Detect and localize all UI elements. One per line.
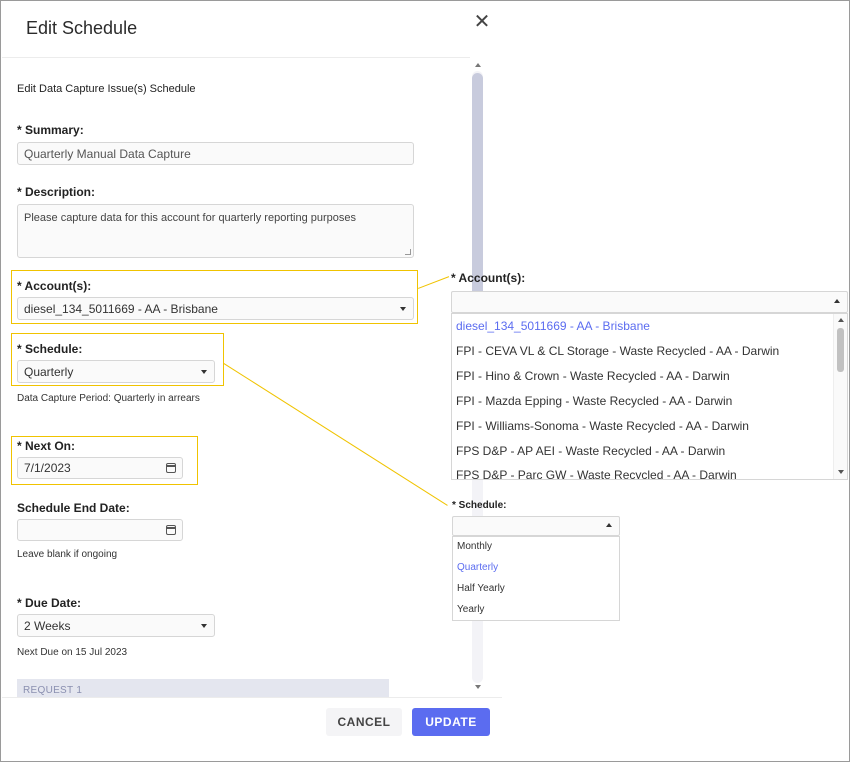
schedule-option[interactable]: Quarterly [457,562,498,573]
account-option[interactable]: FPS D&P - AP AEI - Waste Recycled - AA -… [456,444,725,458]
close-icon[interactable]: ✕ [473,12,491,32]
account-option[interactable]: FPI - Hino & Crown - Waste Recycled - AA… [456,369,730,383]
scroll-down-icon[interactable] [838,470,844,474]
account-option[interactable]: FPS D&P - Parc GW - Waste Recycled - AA … [456,468,737,479]
schedule-label: * Schedule: [17,342,83,356]
accounts-select[interactable]: diesel_134_5011669 - AA - Brisbane [17,297,414,320]
schedule-dropdown-list: Monthly Quarterly Half Yearly Yearly [452,536,620,621]
accounts-popup-select[interactable] [451,291,848,313]
next-on-value: 7/1/2023 [24,461,71,475]
scrollbar-thumb[interactable] [472,73,483,327]
description-label: * Description: [17,185,96,199]
chevron-down-icon [201,369,207,374]
calendar-icon[interactable] [166,463,176,473]
description-textarea[interactable]: Please capture data for this account for… [17,204,414,258]
schedule-popup-select[interactable] [452,516,620,536]
next-on-date-input[interactable]: 7/1/2023 [17,457,183,479]
request-section-header[interactable]: REQUEST 1 [17,679,389,697]
chevron-up-icon [606,523,612,527]
account-option[interactable]: FPI - Mazda Epping - Waste Recycled - AA… [456,394,732,408]
description-value: Please capture data for this account for… [24,212,357,224]
scroll-down-icon[interactable] [475,685,481,689]
calendar-icon[interactable] [166,525,176,535]
summary-label: * Summary: [17,123,84,137]
accounts-list-scrollbar[interactable] [833,314,847,479]
account-option[interactable]: diesel_134_5011669 - AA - Brisbane [456,319,650,333]
scrollbar-thumb[interactable] [837,328,844,372]
schedule-value: Quarterly [24,364,74,379]
chevron-down-icon [400,306,406,311]
accounts-leader-line [418,276,450,289]
accounts-popup-label: * Account(s): [451,271,526,285]
due-date-select[interactable]: 2 Weeks [17,614,215,637]
next-on-label: * Next On: [17,439,76,453]
chevron-up-icon [834,299,840,303]
schedule-option[interactable]: Yearly [457,604,484,615]
summary-value: Quarterly Manual Data Capture [24,146,191,161]
accounts-label: * Account(s): [17,279,92,293]
cancel-button[interactable]: CANCEL [326,708,402,736]
schedule-option[interactable]: Half Yearly [457,583,505,594]
schedule-helper: Data Capture Period: Quarterly in arrear… [17,393,200,404]
account-option[interactable]: FPI - CEVA VL & CL Storage - Waste Recyc… [456,344,779,358]
account-option[interactable]: FPI - Williams-Sonoma - Waste Recycled -… [456,419,749,433]
accounts-dropdown-list: diesel_134_5011669 - AA - Brisbane FPI -… [451,313,848,480]
summary-input[interactable]: Quarterly Manual Data Capture [17,142,414,165]
chevron-down-icon [201,623,207,628]
schedule-leader-line [223,363,448,506]
dialog-header: Edit Schedule [2,2,470,58]
due-date-label: * Due Date: [17,596,82,610]
schedule-end-label: Schedule End Date: [17,501,130,515]
schedule-end-helper: Leave blank if ongoing [17,549,118,560]
scroll-up-icon[interactable] [838,318,844,322]
dialog-title: Edit Schedule [26,18,138,38]
schedule-option[interactable]: Monthly [457,541,492,552]
scroll-up-icon[interactable] [475,63,481,67]
schedule-select[interactable]: Quarterly [17,360,215,383]
schedule-end-date-input[interactable] [17,519,183,541]
schedule-popup-label: * Schedule: [452,500,507,511]
due-date-value: 2 Weeks [24,618,71,633]
section-title: Edit Data Capture Issue(s) Schedule [17,83,196,95]
resize-handle-icon[interactable] [405,249,411,255]
update-button[interactable]: UPDATE [412,708,490,736]
dialog-footer: CANCEL UPDATE [2,697,502,761]
accounts-value: diesel_134_5011669 - AA - Brisbane [24,301,218,316]
screenshot-frame: Edit Schedule ✕ Edit Data Capture Issue(… [0,0,850,762]
due-date-helper: Next Due on 15 Jul 2023 [17,647,128,658]
